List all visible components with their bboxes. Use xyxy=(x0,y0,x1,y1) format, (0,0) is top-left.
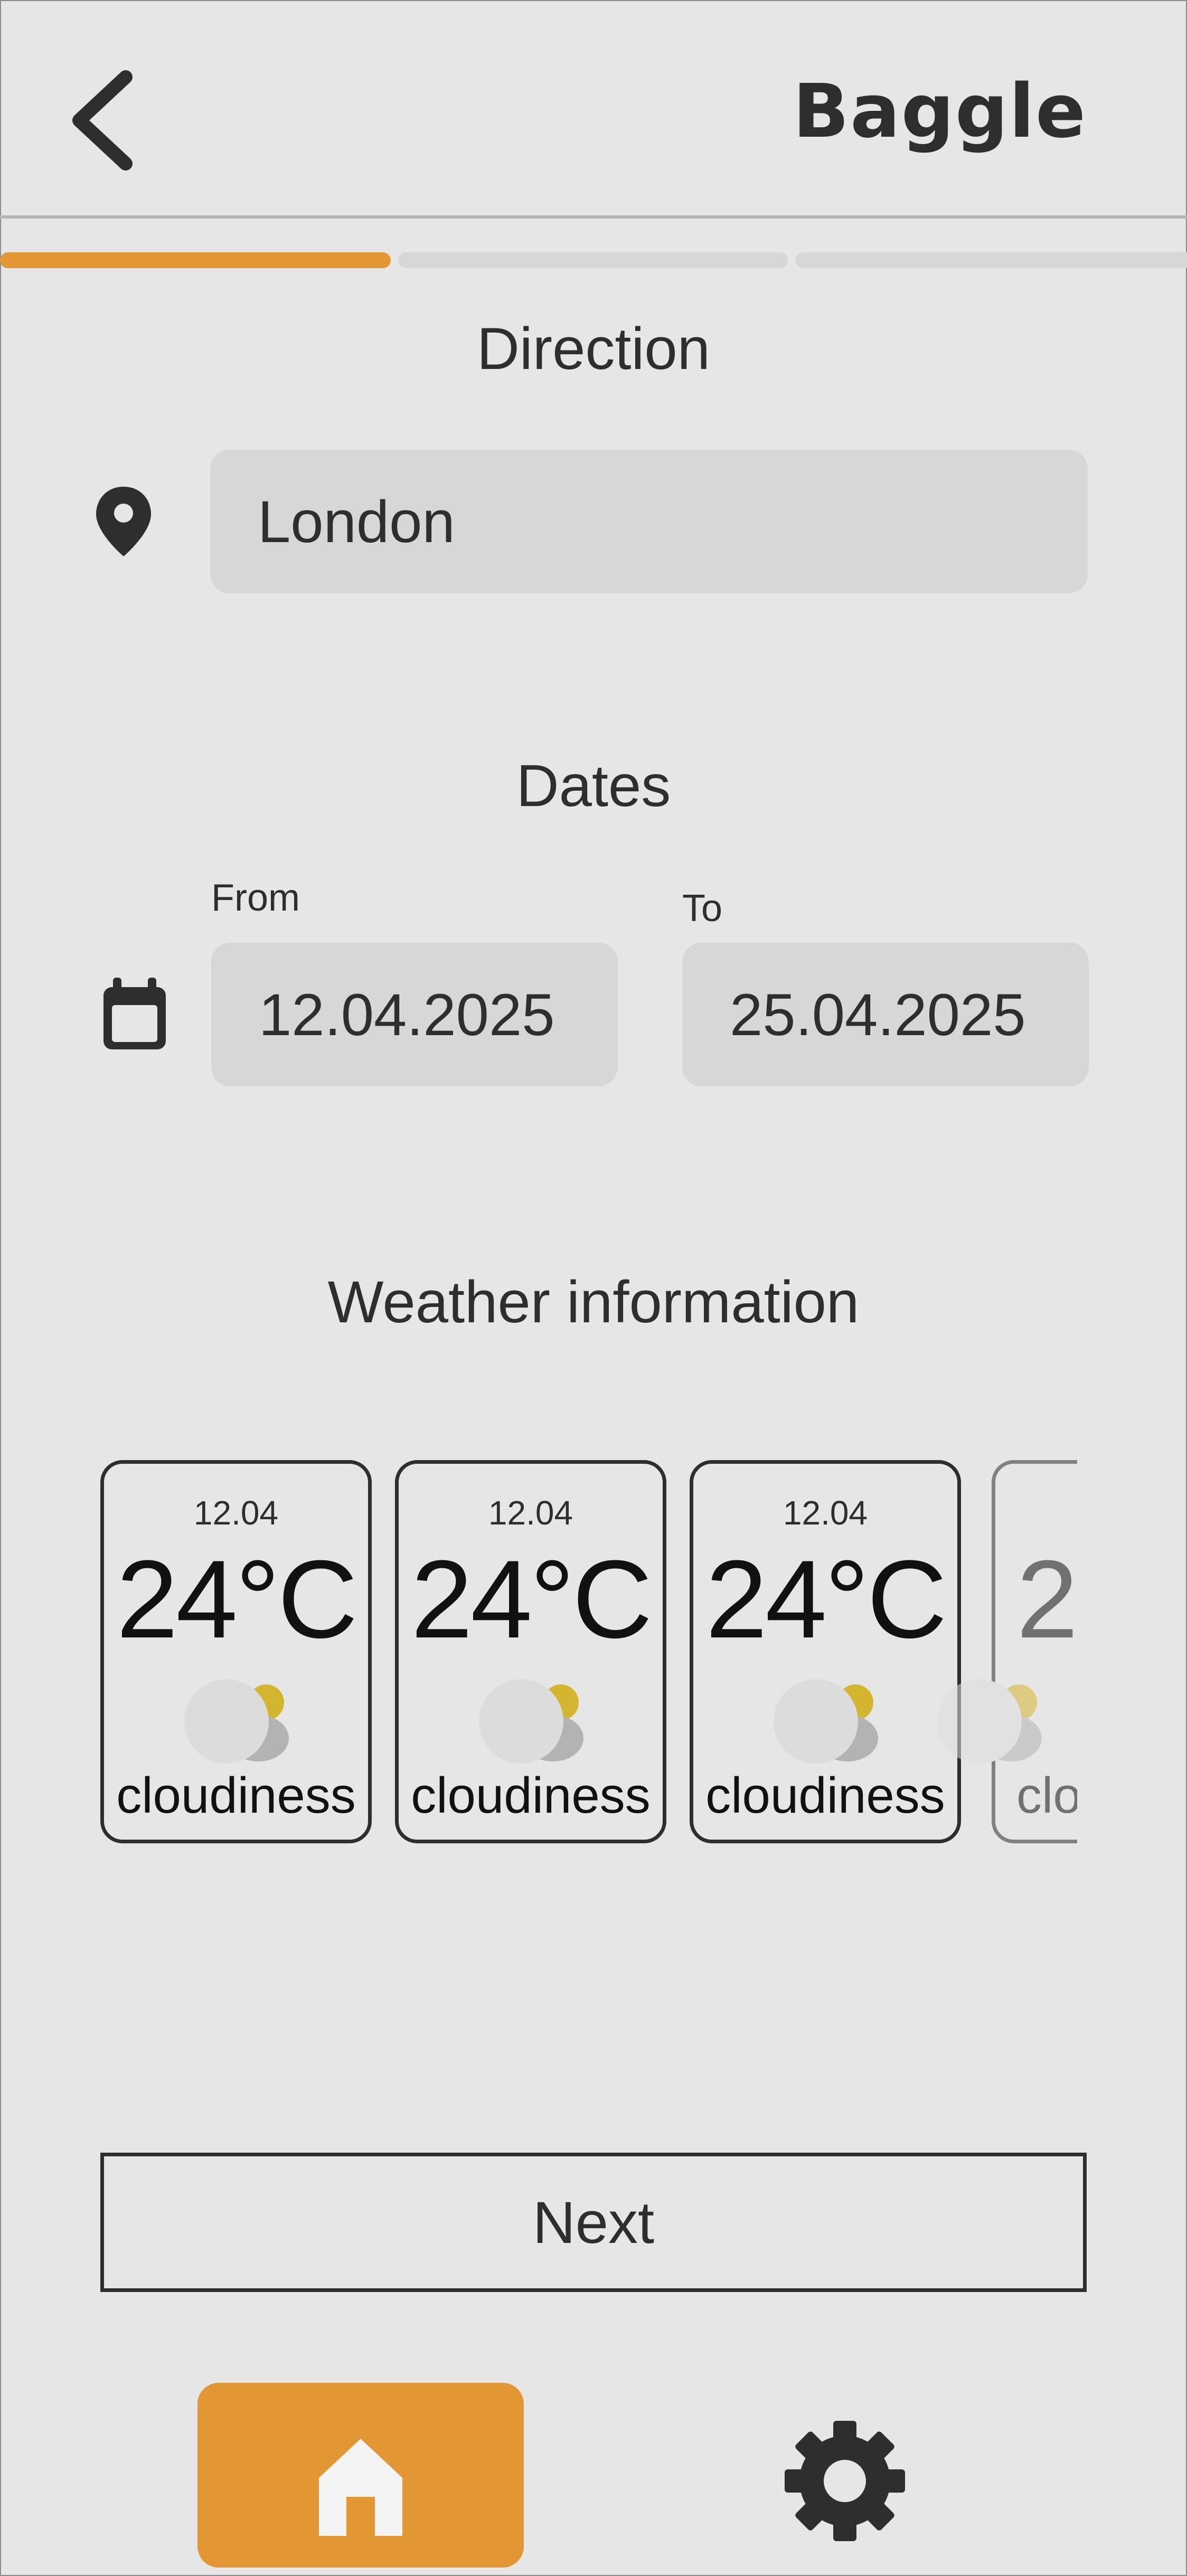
from-label: From xyxy=(211,877,300,919)
header-divider xyxy=(0,215,1187,219)
weather-date: 12.04 xyxy=(193,1494,279,1532)
weather-card[interactable]: 12.04 24°C cloudiness xyxy=(100,1460,372,1843)
gear-icon xyxy=(785,2421,905,2541)
chevron-left-icon xyxy=(72,70,133,171)
partly-cloudy-icon xyxy=(184,1679,289,1764)
weather-description: cloudiness xyxy=(116,1767,356,1824)
map-pin-icon xyxy=(96,487,151,556)
partly-cloudy-icon xyxy=(774,1679,878,1764)
weather-temperature: 24°C xyxy=(705,1537,947,1661)
weather-description: cloudiness xyxy=(411,1767,651,1824)
next-button[interactable]: Next xyxy=(100,2153,1087,2292)
home-icon xyxy=(319,2439,402,2536)
progress-step-2 xyxy=(398,252,788,268)
progress-step-1-active xyxy=(0,252,391,268)
to-date-field[interactable]: 25.04.2025 xyxy=(682,943,1089,1086)
progress-step-3 xyxy=(795,252,1187,268)
weather-date: 12.04 xyxy=(488,1494,573,1532)
app-header: Baggle xyxy=(0,0,1187,219)
weather-card[interactable]: 12.04 24°C cloudiness xyxy=(690,1460,961,1843)
weather-description: clo xyxy=(1016,1767,1077,1824)
weather-carousel[interactable]: 12.04 24°C cloudiness 12.04 24°C cloudiness 12… xyxy=(100,1453,1077,1854)
calendar-icon xyxy=(103,978,166,1049)
app-logo: Baggle xyxy=(793,69,1087,155)
to-label: To xyxy=(682,887,723,930)
step-progress xyxy=(0,252,1187,268)
weather-description: cloudiness xyxy=(705,1767,945,1824)
weather-date: 12.04 xyxy=(783,1494,868,1532)
dates-title: Dates xyxy=(516,753,671,819)
weather-temperature: 24°C xyxy=(411,1537,652,1661)
nav-home-button[interactable] xyxy=(197,2383,524,2568)
partly-cloudy-icon xyxy=(479,1679,583,1764)
weather-card[interactable]: 2 clo xyxy=(937,1460,1077,1843)
from-date-field[interactable]: 12.04.2025 xyxy=(211,943,618,1086)
destination-input[interactable]: London xyxy=(210,450,1088,593)
weather-temperature: 2 xyxy=(1016,1537,1077,1661)
nav-settings-button[interactable] xyxy=(781,2418,908,2544)
back-button[interactable] xyxy=(63,68,137,173)
weather-card[interactable]: 12.04 24°C cloudiness xyxy=(395,1460,666,1843)
direction-title: Direction xyxy=(477,316,710,382)
weather-title: Weather information xyxy=(327,1269,860,1335)
partly-cloudy-icon xyxy=(937,1679,1042,1764)
weather-temperature: 24°C xyxy=(116,1537,357,1661)
